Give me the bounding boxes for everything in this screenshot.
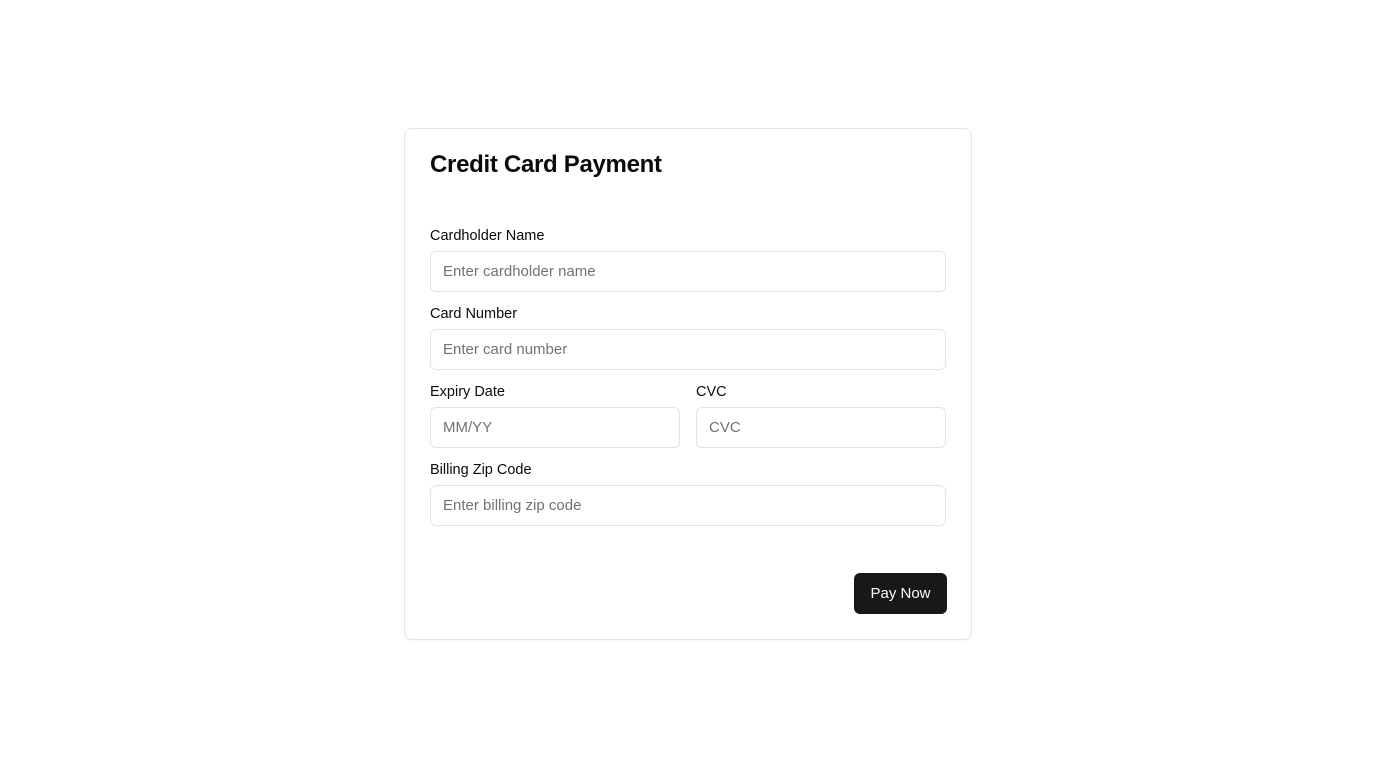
cvc-group: CVC bbox=[696, 383, 946, 448]
expiry-date-input[interactable] bbox=[430, 407, 680, 448]
cardholder-name-group: Cardholder Name bbox=[430, 227, 946, 292]
expiry-date-label: Expiry Date bbox=[430, 384, 505, 400]
billing-zip-input[interactable] bbox=[430, 485, 946, 526]
billing-zip-label: Billing Zip Code bbox=[430, 462, 532, 478]
cvc-input[interactable] bbox=[696, 407, 946, 448]
expiry-date-group: Expiry Date bbox=[430, 383, 680, 448]
cardholder-name-input[interactable] bbox=[430, 251, 946, 292]
card-number-input[interactable] bbox=[430, 329, 946, 370]
billing-zip-group: Billing Zip Code bbox=[430, 461, 946, 526]
card-number-label: Card Number bbox=[430, 306, 518, 322]
pay-now-button[interactable]: Pay Now bbox=[854, 573, 947, 614]
page-title: Credit Card Payment bbox=[430, 151, 662, 178]
cardholder-name-label: Cardholder Name bbox=[430, 228, 545, 244]
card-number-group: Card Number bbox=[430, 305, 946, 370]
payment-card: Credit Card Payment Cardholder Name Card… bbox=[404, 128, 972, 640]
cvc-label: CVC bbox=[696, 384, 727, 400]
